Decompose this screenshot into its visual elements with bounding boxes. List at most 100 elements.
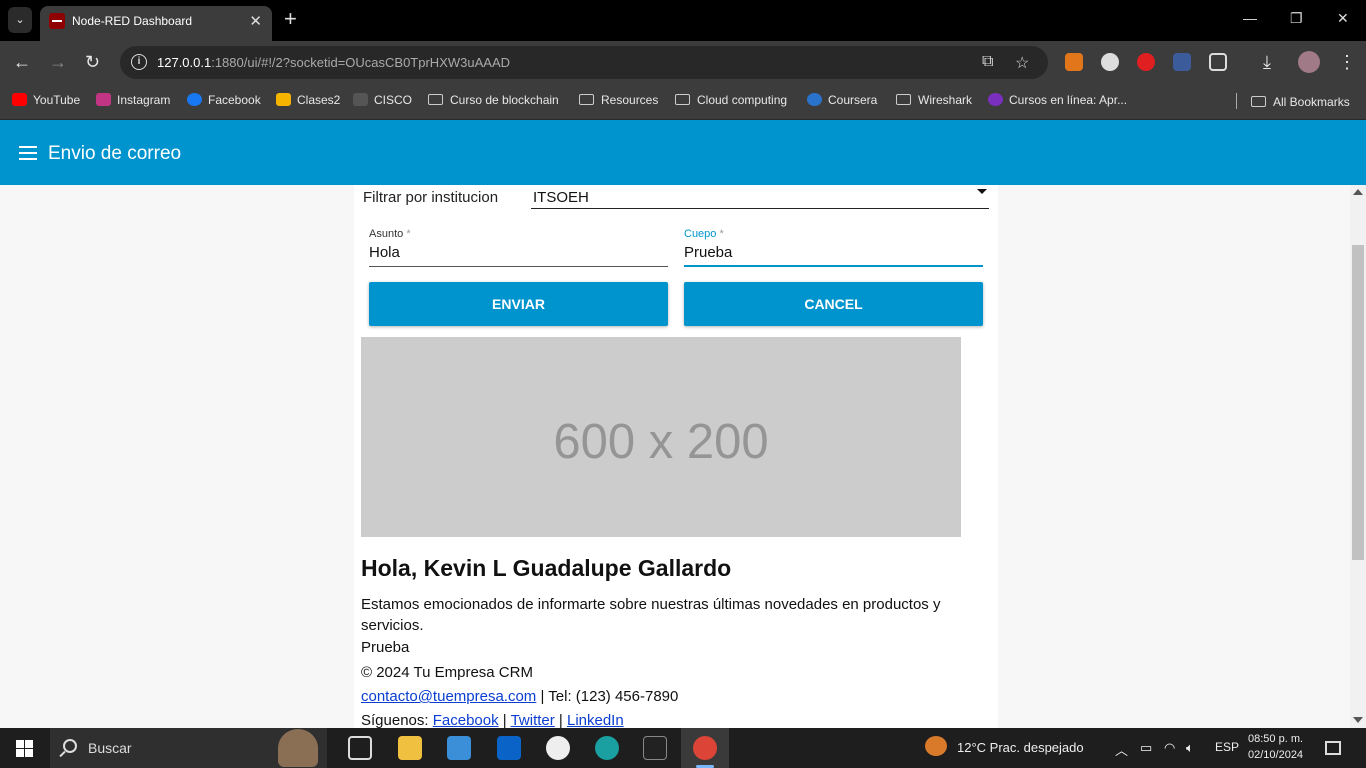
email-copyright: © 2024 Tu Empresa CRM xyxy=(361,664,533,681)
downloads-icon[interactable]: ⤓ xyxy=(1263,52,1271,72)
folder-icon xyxy=(675,94,690,105)
bookmark-cisco[interactable]: CISCO xyxy=(353,93,412,107)
asunto-field[interactable]: Asunto * Hola xyxy=(369,228,668,267)
wifi-icon[interactable]: ◠ xyxy=(1164,740,1175,756)
email-body: Prueba xyxy=(361,639,410,656)
browser-tab[interactable]: Node-RED Dashboard ✕ xyxy=(40,6,272,41)
forward-icon[interactable]: → xyxy=(49,52,67,72)
contact-phone: | Tel: (123) 456-7890 xyxy=(536,688,679,705)
instagram-icon xyxy=(96,93,111,106)
classroom-icon xyxy=(276,93,291,106)
bookmark-folder-cloud[interactable]: Cloud computing xyxy=(675,93,787,107)
battery-icon[interactable]: ▭ xyxy=(1140,740,1152,756)
reload-icon[interactable]: ↻ xyxy=(85,52,100,72)
bookmarks-bar: YouTube Instagram Facebook Clases2 CISCO… xyxy=(0,84,1366,120)
address-bar[interactable]: i 127.0.0.1:1880/ui/#!/2?socketid=OUcasC… xyxy=(120,46,1048,79)
terminal-icon[interactable] xyxy=(643,736,667,760)
scrollbar-thumb[interactable] xyxy=(1352,245,1364,560)
metamask-icon[interactable] xyxy=(1065,53,1083,71)
install-app-icon[interactable]: ⧉ xyxy=(982,53,993,71)
bookmark-coursera[interactable]: Coursera xyxy=(807,93,877,107)
microsoft-store-icon[interactable] xyxy=(447,736,471,760)
scroll-up-icon[interactable] xyxy=(1353,189,1363,195)
task-view-icon[interactable] xyxy=(348,736,372,760)
email-form-card: Filtrar por institucion ITSOEH Asunto * … xyxy=(354,185,998,728)
folder-icon xyxy=(579,94,594,105)
cancel-button[interactable]: CANCEL xyxy=(684,282,983,326)
extension-m-icon[interactable] xyxy=(1101,53,1119,71)
extensions-puzzle-icon[interactable] xyxy=(1209,53,1227,71)
bookmark-star-icon[interactable]: ☆ xyxy=(1015,53,1029,73)
minimize-icon[interactable]: — xyxy=(1243,10,1257,26)
search-icon xyxy=(63,739,77,753)
folder-icon xyxy=(1251,96,1266,107)
taskbar-search[interactable]: Buscar xyxy=(50,728,327,768)
facebook-icon xyxy=(187,93,202,106)
clock-date: 02/10/2024 xyxy=(1248,749,1304,761)
file-explorer-icon[interactable] xyxy=(398,736,422,760)
linkedin-link[interactable]: LinkedIn xyxy=(567,712,624,728)
url-text[interactable]: 127.0.0.1:1880/ui/#!/2?socketid=OUcasCB0… xyxy=(157,55,510,70)
weather-text[interactable]: 12°C Prac. despejado xyxy=(957,740,1084,755)
extension-red-icon[interactable] xyxy=(1137,53,1155,71)
notifications-icon[interactable] xyxy=(1325,741,1341,755)
back-icon[interactable]: ← xyxy=(13,52,31,72)
scroll-down-icon[interactable] xyxy=(1353,717,1363,723)
filter-label: Filtrar por institucion xyxy=(363,189,499,206)
asunto-value[interactable]: Hola xyxy=(369,244,400,261)
hamburger-menu-icon[interactable] xyxy=(19,146,37,160)
edge-icon[interactable] xyxy=(595,736,619,760)
tab-title: Node-RED Dashboard xyxy=(72,14,193,28)
taskbar-clock[interactable]: 08:50 p. m. 02/10/2024 xyxy=(1248,731,1303,763)
language-indicator[interactable]: ESP xyxy=(1215,740,1239,754)
tray-chevron-icon[interactable]: ︿ xyxy=(1115,740,1128,759)
app-icon[interactable] xyxy=(546,736,570,760)
bookmark-clases2[interactable]: Clases2 xyxy=(276,93,340,107)
cisco-icon xyxy=(353,93,368,106)
close-window-icon[interactable]: ✕ xyxy=(1337,10,1349,27)
browser-menu-icon[interactable]: ⋮ xyxy=(1338,52,1356,72)
institution-selected-value: ITSOEH xyxy=(533,189,589,206)
coursera-icon xyxy=(807,93,822,106)
udemy-icon xyxy=(988,93,1003,106)
weather-icon[interactable] xyxy=(925,736,947,756)
browser-toolbar: ← → ↻ i 127.0.0.1:1880/ui/#!/2?socketid=… xyxy=(0,41,1366,84)
profile-avatar[interactable] xyxy=(1298,51,1320,73)
chrome-icon[interactable] xyxy=(693,736,717,760)
dropdown-arrow-icon xyxy=(977,189,987,194)
extension-shield-icon[interactable] xyxy=(1173,53,1191,71)
outlook-icon[interactable] xyxy=(497,736,521,760)
cuerpo-value[interactable]: Prueba xyxy=(684,244,732,261)
site-info-icon[interactable]: i xyxy=(131,54,147,70)
restore-icon[interactable]: ❐ xyxy=(1290,10,1303,27)
institution-dropdown[interactable]: ITSOEH xyxy=(531,185,989,209)
bookmark-folder-blockchain[interactable]: Curso de blockchain xyxy=(428,93,559,107)
twitter-link[interactable]: Twitter xyxy=(511,712,555,728)
taskbar-search-placeholder: Buscar xyxy=(88,740,132,756)
facebook-link[interactable]: Facebook xyxy=(433,712,499,728)
tab-search-icon[interactable]: ⌄ xyxy=(8,7,32,33)
bookmark-cursos[interactable]: Cursos en línea: Apr... xyxy=(988,93,1127,107)
folder-icon xyxy=(896,94,911,105)
folder-icon xyxy=(428,94,443,105)
node-red-favicon-icon xyxy=(49,13,65,29)
contact-email-link[interactable]: contacto@tuempresa.com xyxy=(361,688,536,705)
send-button[interactable]: ENVIAR xyxy=(369,282,668,326)
email-intro: Estamos emocionados de informarte sobre … xyxy=(361,596,941,634)
new-tab-icon[interactable]: + xyxy=(284,7,297,31)
placeholder-image: 600 x 200 xyxy=(361,337,961,537)
bookmark-facebook[interactable]: Facebook xyxy=(187,93,261,107)
all-bookmarks[interactable]: All Bookmarks xyxy=(1236,93,1350,109)
cuerpo-field[interactable]: Cuepo * Prueba xyxy=(684,228,983,267)
bookmark-youtube[interactable]: YouTube xyxy=(12,93,80,107)
dashboard-page: Envio de correo Filtrar por institucion … xyxy=(0,120,1366,728)
bookmark-folder-wireshark[interactable]: Wireshark xyxy=(896,93,972,107)
bookmark-folder-resources[interactable]: Resources xyxy=(579,93,658,107)
search-highlight-image xyxy=(278,729,318,767)
browser-tab-bar: ⌄ Node-RED Dashboard ✕ + — ❐ ✕ xyxy=(0,0,1366,41)
volume-icon[interactable]: 🔈︎ xyxy=(1186,740,1194,756)
windows-start-icon[interactable] xyxy=(16,740,33,757)
bookmark-instagram[interactable]: Instagram xyxy=(96,93,170,107)
tab-close-icon[interactable]: ✕ xyxy=(249,12,262,30)
placeholder-image-text: 600 x 200 xyxy=(553,415,769,469)
